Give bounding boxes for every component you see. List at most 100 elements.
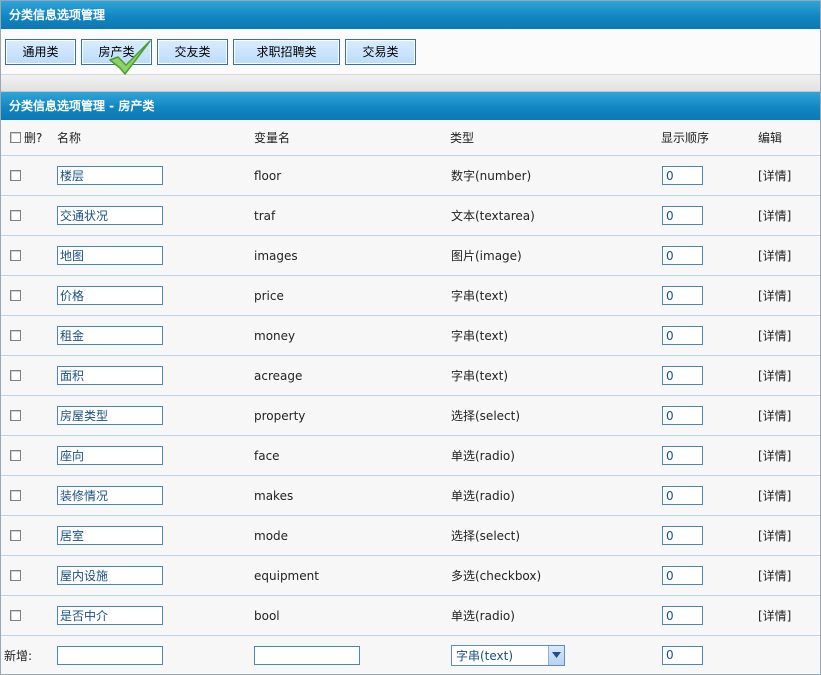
row-detail-link[interactable]: [详情]	[758, 247, 791, 264]
row-delete-checkbox[interactable]	[10, 490, 21, 501]
row-var: makes	[254, 488, 294, 503]
row-var: equipment	[254, 568, 319, 583]
tab-jobs[interactable]: 求职招聘类	[233, 39, 340, 65]
row-detail-link[interactable]: [详情]	[758, 167, 791, 184]
row-order-input[interactable]	[662, 406, 703, 425]
select-all-cell: 删?	[10, 120, 42, 155]
row-name-input[interactable]	[57, 406, 163, 425]
tab-dating[interactable]: 交友类	[157, 39, 228, 65]
row-order-input[interactable]	[662, 286, 703, 305]
row-order-input[interactable]	[662, 526, 703, 545]
row-type: 单选(radio)	[451, 489, 515, 503]
row-detail-link[interactable]: [详情]	[758, 407, 791, 424]
row-detail-link[interactable]: [详情]	[758, 367, 791, 384]
header-order: 显示顺序	[661, 131, 710, 145]
row-order-input[interactable]	[662, 446, 703, 465]
row-type: 多选(checkbox)	[451, 569, 542, 583]
row-detail-link[interactable]: [详情]	[758, 607, 791, 624]
table-row: money 字串(text) [详情]	[1, 316, 820, 356]
new-var-input[interactable]	[254, 645, 360, 665]
row-name-input[interactable]	[57, 286, 163, 305]
row-order-input[interactable]	[662, 206, 703, 225]
row-name-input[interactable]	[57, 526, 163, 545]
row-var: traf	[254, 208, 276, 223]
row-delete-checkbox[interactable]	[10, 370, 21, 381]
new-row-label: 新增:	[4, 648, 33, 663]
tab-general[interactable]: 通用类	[5, 39, 76, 65]
chevron-down-icon[interactable]	[548, 645, 564, 665]
row-order-input[interactable]	[662, 246, 703, 265]
row-var: mode	[254, 528, 289, 543]
row-detail-link[interactable]: [详情]	[758, 447, 791, 464]
row-name-input[interactable]	[57, 166, 163, 185]
table-row: images 图片(image) [详情]	[1, 236, 820, 276]
header-type: 类型	[450, 131, 475, 145]
row-delete-checkbox[interactable]	[10, 250, 21, 261]
row-name-input[interactable]	[57, 366, 163, 385]
row-detail-link[interactable]: [详情]	[758, 527, 791, 544]
row-detail-link[interactable]: [详情]	[758, 567, 791, 584]
row-name-input[interactable]	[57, 206, 163, 225]
new-type-selected: 字串(text)	[456, 648, 514, 663]
header-var: 变量名	[254, 131, 291, 145]
row-var: price	[254, 288, 284, 303]
divider-band	[1, 75, 820, 92]
row-delete-checkbox[interactable]	[10, 610, 21, 621]
row-type: 字串(text)	[451, 369, 509, 383]
row-var: face	[254, 448, 280, 463]
header-delete: 删?	[24, 131, 43, 145]
row-var: acreage	[254, 368, 303, 383]
table-row: equipment 多选(checkbox) [详情]	[1, 556, 820, 596]
row-name-input[interactable]	[57, 446, 163, 465]
row-name-input[interactable]	[57, 326, 163, 345]
row-order-input[interactable]	[662, 366, 703, 385]
table-row: price 字串(text) [详情]	[1, 276, 820, 316]
row-delete-checkbox[interactable]	[10, 570, 21, 581]
page-title: 分类信息选项管理	[1, 1, 820, 29]
row-delete-checkbox[interactable]	[10, 290, 21, 301]
new-type-select[interactable]: 字串(text)	[451, 644, 565, 666]
tab-real-estate[interactable]: 房产类	[81, 39, 152, 65]
header-name: 名称	[57, 131, 82, 145]
table-row: floor 数字(number) [详情]	[1, 156, 820, 196]
table-row: face 单选(radio) [详情]	[1, 436, 820, 476]
row-order-input[interactable]	[662, 566, 703, 585]
table-row: mode 选择(select) [详情]	[1, 516, 820, 556]
row-name-input[interactable]	[57, 566, 163, 585]
row-delete-checkbox[interactable]	[10, 330, 21, 341]
row-name-input[interactable]	[57, 486, 163, 505]
row-detail-link[interactable]: [详情]	[758, 327, 791, 344]
row-var: property	[254, 408, 306, 423]
row-type: 文本(textarea)	[451, 209, 535, 223]
row-delete-checkbox[interactable]	[10, 450, 21, 461]
section-title: 分类信息选项管理 - 房产类	[1, 92, 820, 120]
category-tabs: 通用类 房产类 交友类 求职招聘类 交易类	[1, 29, 820, 75]
tab-trade[interactable]: 交易类	[345, 39, 416, 65]
row-name-input[interactable]	[57, 606, 163, 625]
row-type: 单选(radio)	[451, 449, 515, 463]
row-type: 数字(number)	[451, 169, 532, 183]
row-delete-checkbox[interactable]	[10, 210, 21, 221]
row-detail-link[interactable]: [详情]	[758, 207, 791, 224]
table-row: acreage 字串(text) [详情]	[1, 356, 820, 396]
row-type: 选择(select)	[451, 529, 521, 543]
row-order-input[interactable]	[662, 606, 703, 625]
row-type: 字串(text)	[451, 329, 509, 343]
row-order-input[interactable]	[662, 326, 703, 345]
row-delete-checkbox[interactable]	[10, 530, 21, 541]
select-all-checkbox[interactable]	[10, 132, 21, 143]
row-order-input[interactable]	[662, 166, 703, 185]
header-edit: 编辑	[758, 131, 783, 145]
row-delete-checkbox[interactable]	[10, 170, 21, 181]
row-detail-link[interactable]: [详情]	[758, 287, 791, 304]
row-order-input[interactable]	[662, 486, 703, 505]
row-type: 图片(image)	[451, 249, 522, 263]
new-order-input[interactable]	[662, 645, 703, 665]
row-name-input[interactable]	[57, 246, 163, 265]
options-table: 删? 名称 变量名 类型 显示顺序 编辑 floor 数字(number) [详情]…	[1, 120, 820, 674]
new-name-input[interactable]	[57, 645, 163, 665]
row-detail-link[interactable]: [详情]	[758, 487, 791, 504]
row-delete-checkbox[interactable]	[10, 410, 21, 421]
table-row: traf 文本(textarea) [详情]	[1, 196, 820, 236]
new-row: 新增: 字串(text)	[1, 636, 820, 674]
